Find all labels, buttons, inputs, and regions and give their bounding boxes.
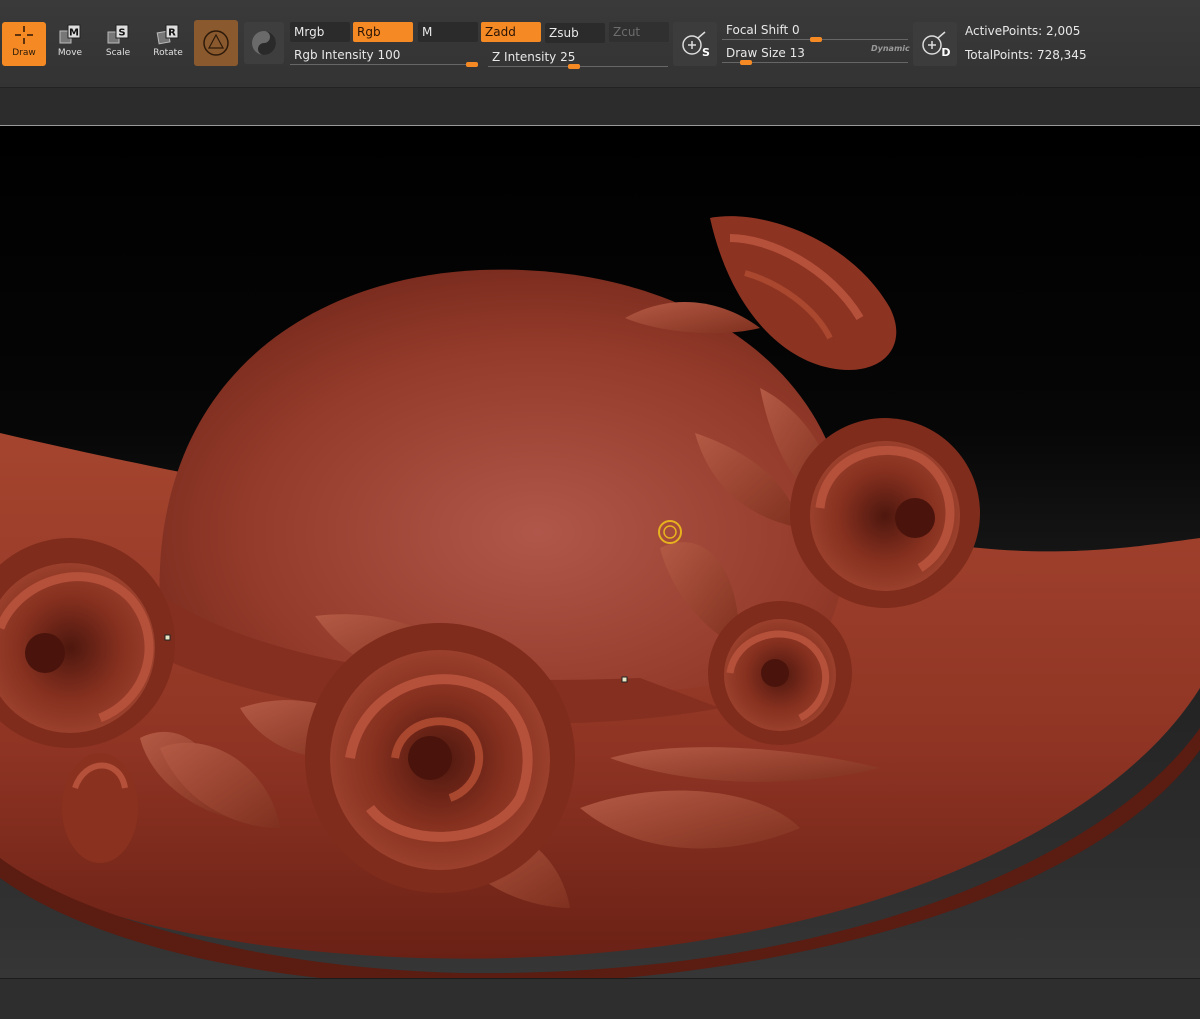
total-points-label: TotalPoints:	[965, 48, 1034, 62]
rotate-icon: R	[155, 22, 181, 48]
mrgb-toggle[interactable]: Mrgb	[290, 22, 350, 42]
rotate-tool-label: Rotate	[153, 48, 183, 58]
rotate-icon-letter: R	[168, 28, 176, 39]
rose-bud-left	[62, 753, 138, 863]
rgb-intensity-value: 100	[377, 48, 401, 62]
focal-shift-label: Focal Shift	[726, 23, 789, 37]
zadd-toggle[interactable]: Zadd	[481, 22, 541, 42]
draw-size-knob[interactable]	[740, 60, 752, 65]
dynamic-toggle[interactable]: Dynamic	[871, 44, 910, 53]
scale-icon-letter: S	[118, 28, 125, 39]
z-intensity-knob[interactable]	[568, 64, 580, 69]
draw-size-label: Draw Size	[726, 46, 786, 60]
stroke-alpha-button[interactable]	[244, 22, 284, 64]
sculpt-model[interactable]	[0, 88, 1200, 978]
active-points-label: ActivePoints:	[965, 24, 1043, 38]
rose-large-front	[305, 623, 575, 893]
rose-right	[790, 418, 980, 608]
mesh-point-marker	[621, 676, 628, 683]
focal-shift-slider[interactable]: Focal Shift 0	[722, 20, 908, 42]
scale-icon: S	[105, 22, 131, 48]
active-points-stat: ActivePoints: 2,005	[965, 24, 1080, 38]
rgb-intensity-knob[interactable]	[466, 62, 478, 67]
document-canvas[interactable]	[0, 88, 1200, 978]
brush-s-icon: S	[682, 31, 710, 59]
alpha-yin-icon	[252, 31, 276, 55]
active-points-value: 2,005	[1046, 24, 1081, 38]
sdiv-button[interactable]: S	[673, 22, 717, 66]
dyn-letter: D	[941, 46, 950, 59]
material-button[interactable]	[194, 20, 238, 66]
rotate-tool-button[interactable]: R Rotate	[146, 22, 190, 66]
rgb-toggle[interactable]: Rgb	[353, 22, 413, 42]
move-icon-letter: M	[69, 28, 79, 39]
material-sphere-icon	[203, 30, 229, 56]
total-points-stat: TotalPoints: 728,345	[965, 48, 1087, 62]
move-icon: M	[57, 22, 83, 48]
move-tool-label: Move	[57, 48, 83, 58]
sdiv-letter: S	[702, 46, 710, 59]
rgb-intensity-label: Rgb Intensity	[294, 48, 374, 62]
zcut-toggle[interactable]: Zcut	[609, 22, 669, 42]
z-intensity-label: Z Intensity	[492, 50, 557, 64]
bottom-shelf	[0, 978, 1200, 1019]
draw-size-value: 13	[789, 46, 805, 60]
scale-tool-button[interactable]: S Scale	[96, 22, 140, 66]
focal-shift-knob[interactable]	[810, 37, 822, 42]
draw-tool-label: Draw	[12, 48, 36, 58]
focal-shift-value: 0	[792, 23, 800, 37]
total-points-value: 728,345	[1036, 48, 1087, 62]
mesh-point-marker	[164, 634, 171, 641]
scale-tool-label: Scale	[105, 48, 131, 58]
m-toggle[interactable]: M	[418, 22, 478, 42]
z-intensity-value: 25	[560, 50, 576, 64]
rgb-intensity-slider[interactable]: Rgb Intensity 100	[290, 45, 478, 67]
z-intensity-slider[interactable]: Z Intensity 25	[488, 47, 668, 69]
zsub-toggle[interactable]: Zsub	[545, 23, 605, 43]
dynamic-d-button[interactable]: D	[913, 22, 957, 66]
draw-crosshair-icon	[14, 22, 34, 48]
top-toolbar: Draw M Move S Scale R Rotate Mrgb Rgb M …	[0, 0, 1200, 88]
rose-middle-right	[708, 601, 852, 745]
move-tool-button[interactable]: M Move	[48, 22, 92, 66]
brush-d-icon: D	[922, 31, 951, 59]
draw-tool-button[interactable]: Draw	[2, 22, 46, 66]
